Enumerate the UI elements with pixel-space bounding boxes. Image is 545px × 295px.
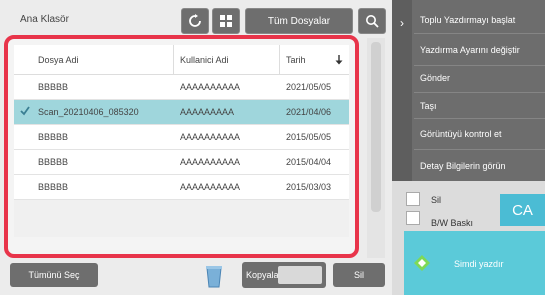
grid-view-button[interactable] <box>212 8 240 34</box>
row-user: AAAAAAAAA <box>180 107 235 117</box>
row-date: 2015/03/03 <box>286 182 332 192</box>
row-date: 2021/04/06 <box>286 107 332 117</box>
menu-item-move[interactable]: Taşı <box>420 96 542 116</box>
search-icon <box>366 15 379 28</box>
row-date: 2015/04/04 <box>286 157 332 167</box>
start-diamond-icon <box>414 255 430 271</box>
folder-title: Ana Klasör <box>20 14 69 25</box>
row-name: Scan_20210406_085320 <box>38 107 139 117</box>
scrollbar-thumb[interactable] <box>371 42 381 212</box>
file-list-panel: Ana Klasör Tüm Dosyalar Dosya Adi Kullan… <box>0 0 392 295</box>
row-date: 2015/05/05 <box>286 132 332 142</box>
delete-checkbox[interactable] <box>406 192 420 206</box>
action-menu: › Toplu Yazdırmayı başlat Yazdırma Ayarı… <box>392 0 545 181</box>
chevron-right-icon: › <box>400 16 404 30</box>
delete-button[interactable]: Sil <box>333 263 385 287</box>
menu-collapse-button[interactable]: › <box>392 0 412 181</box>
print-now-label: Simdi yazdır <box>454 259 504 269</box>
copies-label: Kopyalar <box>246 270 282 280</box>
menu-item-check-image[interactable]: Görüntüyü kontrol et <box>420 122 542 146</box>
bw-print-checkbox[interactable] <box>406 211 420 225</box>
refresh-icon <box>189 14 201 27</box>
menu-divider <box>414 65 545 66</box>
menu-divider <box>414 149 545 150</box>
table-row[interactable]: BBBBB AAAAAAAAAA 2015/04/04 <box>14 150 349 175</box>
row-user: AAAAAAAAAA <box>180 182 241 192</box>
file-table: Dosya Adi Kullanici Adi Tarih BBBBB AAAA… <box>14 45 349 237</box>
column-header-date[interactable]: Tarih <box>280 45 349 74</box>
scrollbar[interactable] <box>367 38 385 258</box>
menu-item-change-print-settings[interactable]: Yazdırma Ayarını değiştir <box>420 38 542 62</box>
grid-icon <box>220 15 232 27</box>
file-list-frame: Dosya Adi Kullanici Adi Tarih BBBBB AAAA… <box>4 35 359 258</box>
copies-field[interactable] <box>278 266 322 284</box>
menu-divider <box>414 118 545 119</box>
column-header-name[interactable]: Dosya Adi <box>14 45 174 74</box>
search-button[interactable] <box>358 8 386 34</box>
ca-button[interactable]: CA <box>500 194 545 226</box>
table-row[interactable]: BBBBB AAAAAAAAAA 2015/05/05 <box>14 125 349 150</box>
menu-item-send[interactable]: Gönder <box>420 68 542 88</box>
checkmark-icon <box>20 106 30 119</box>
row-user: AAAAAAAAAA <box>180 132 241 142</box>
paper-cup-icon <box>206 266 222 288</box>
row-name: BBBBB <box>38 132 69 142</box>
row-user: AAAAAAAAAA <box>180 157 241 167</box>
copies-button[interactable]: Kopyalar <box>242 262 326 288</box>
row-date: 2021/05/05 <box>286 82 332 92</box>
all-documents-button[interactable]: Tüm Dosyalar <box>245 8 353 34</box>
table-row[interactable]: BBBBB AAAAAAAAAA 2015/03/03 <box>14 175 349 200</box>
refresh-button[interactable] <box>181 8 209 34</box>
table-empty-area <box>14 200 349 237</box>
table-header: Dosya Adi Kullanici Adi Tarih <box>14 45 349 75</box>
bottom-bar: Tümünü Seç Kopyalar Sil <box>0 258 392 295</box>
menu-divider <box>414 33 545 34</box>
menu-item-detail-info[interactable]: Detay Bilgilerin görün <box>420 156 542 176</box>
row-name: BBBBB <box>38 82 69 92</box>
delete-checkbox-label: Sil <box>431 195 442 205</box>
row-name: BBBBB <box>38 157 69 167</box>
bw-print-label: B/W Baskı <box>431 218 474 228</box>
table-row-selected[interactable]: Scan_20210406_085320 AAAAAAAAA 2021/04/0… <box>14 100 349 125</box>
table-row[interactable]: BBBBB AAAAAAAAAA 2021/05/05 <box>14 75 349 100</box>
sort-arrow-down-icon <box>335 54 343 64</box>
row-name: BBBBB <box>38 182 69 192</box>
menu-divider <box>414 92 545 93</box>
print-now-button[interactable]: Simdi yazdır <box>404 231 545 295</box>
row-user: AAAAAAAAAA <box>180 82 241 92</box>
menu-item-batch-print[interactable]: Toplu Yazdırmayı başlat <box>420 10 542 30</box>
column-header-user[interactable]: Kullanici Adi <box>174 45 280 74</box>
column-header-date-label: Tarih <box>286 54 306 65</box>
select-all-button[interactable]: Tümünü Seç <box>10 263 98 287</box>
